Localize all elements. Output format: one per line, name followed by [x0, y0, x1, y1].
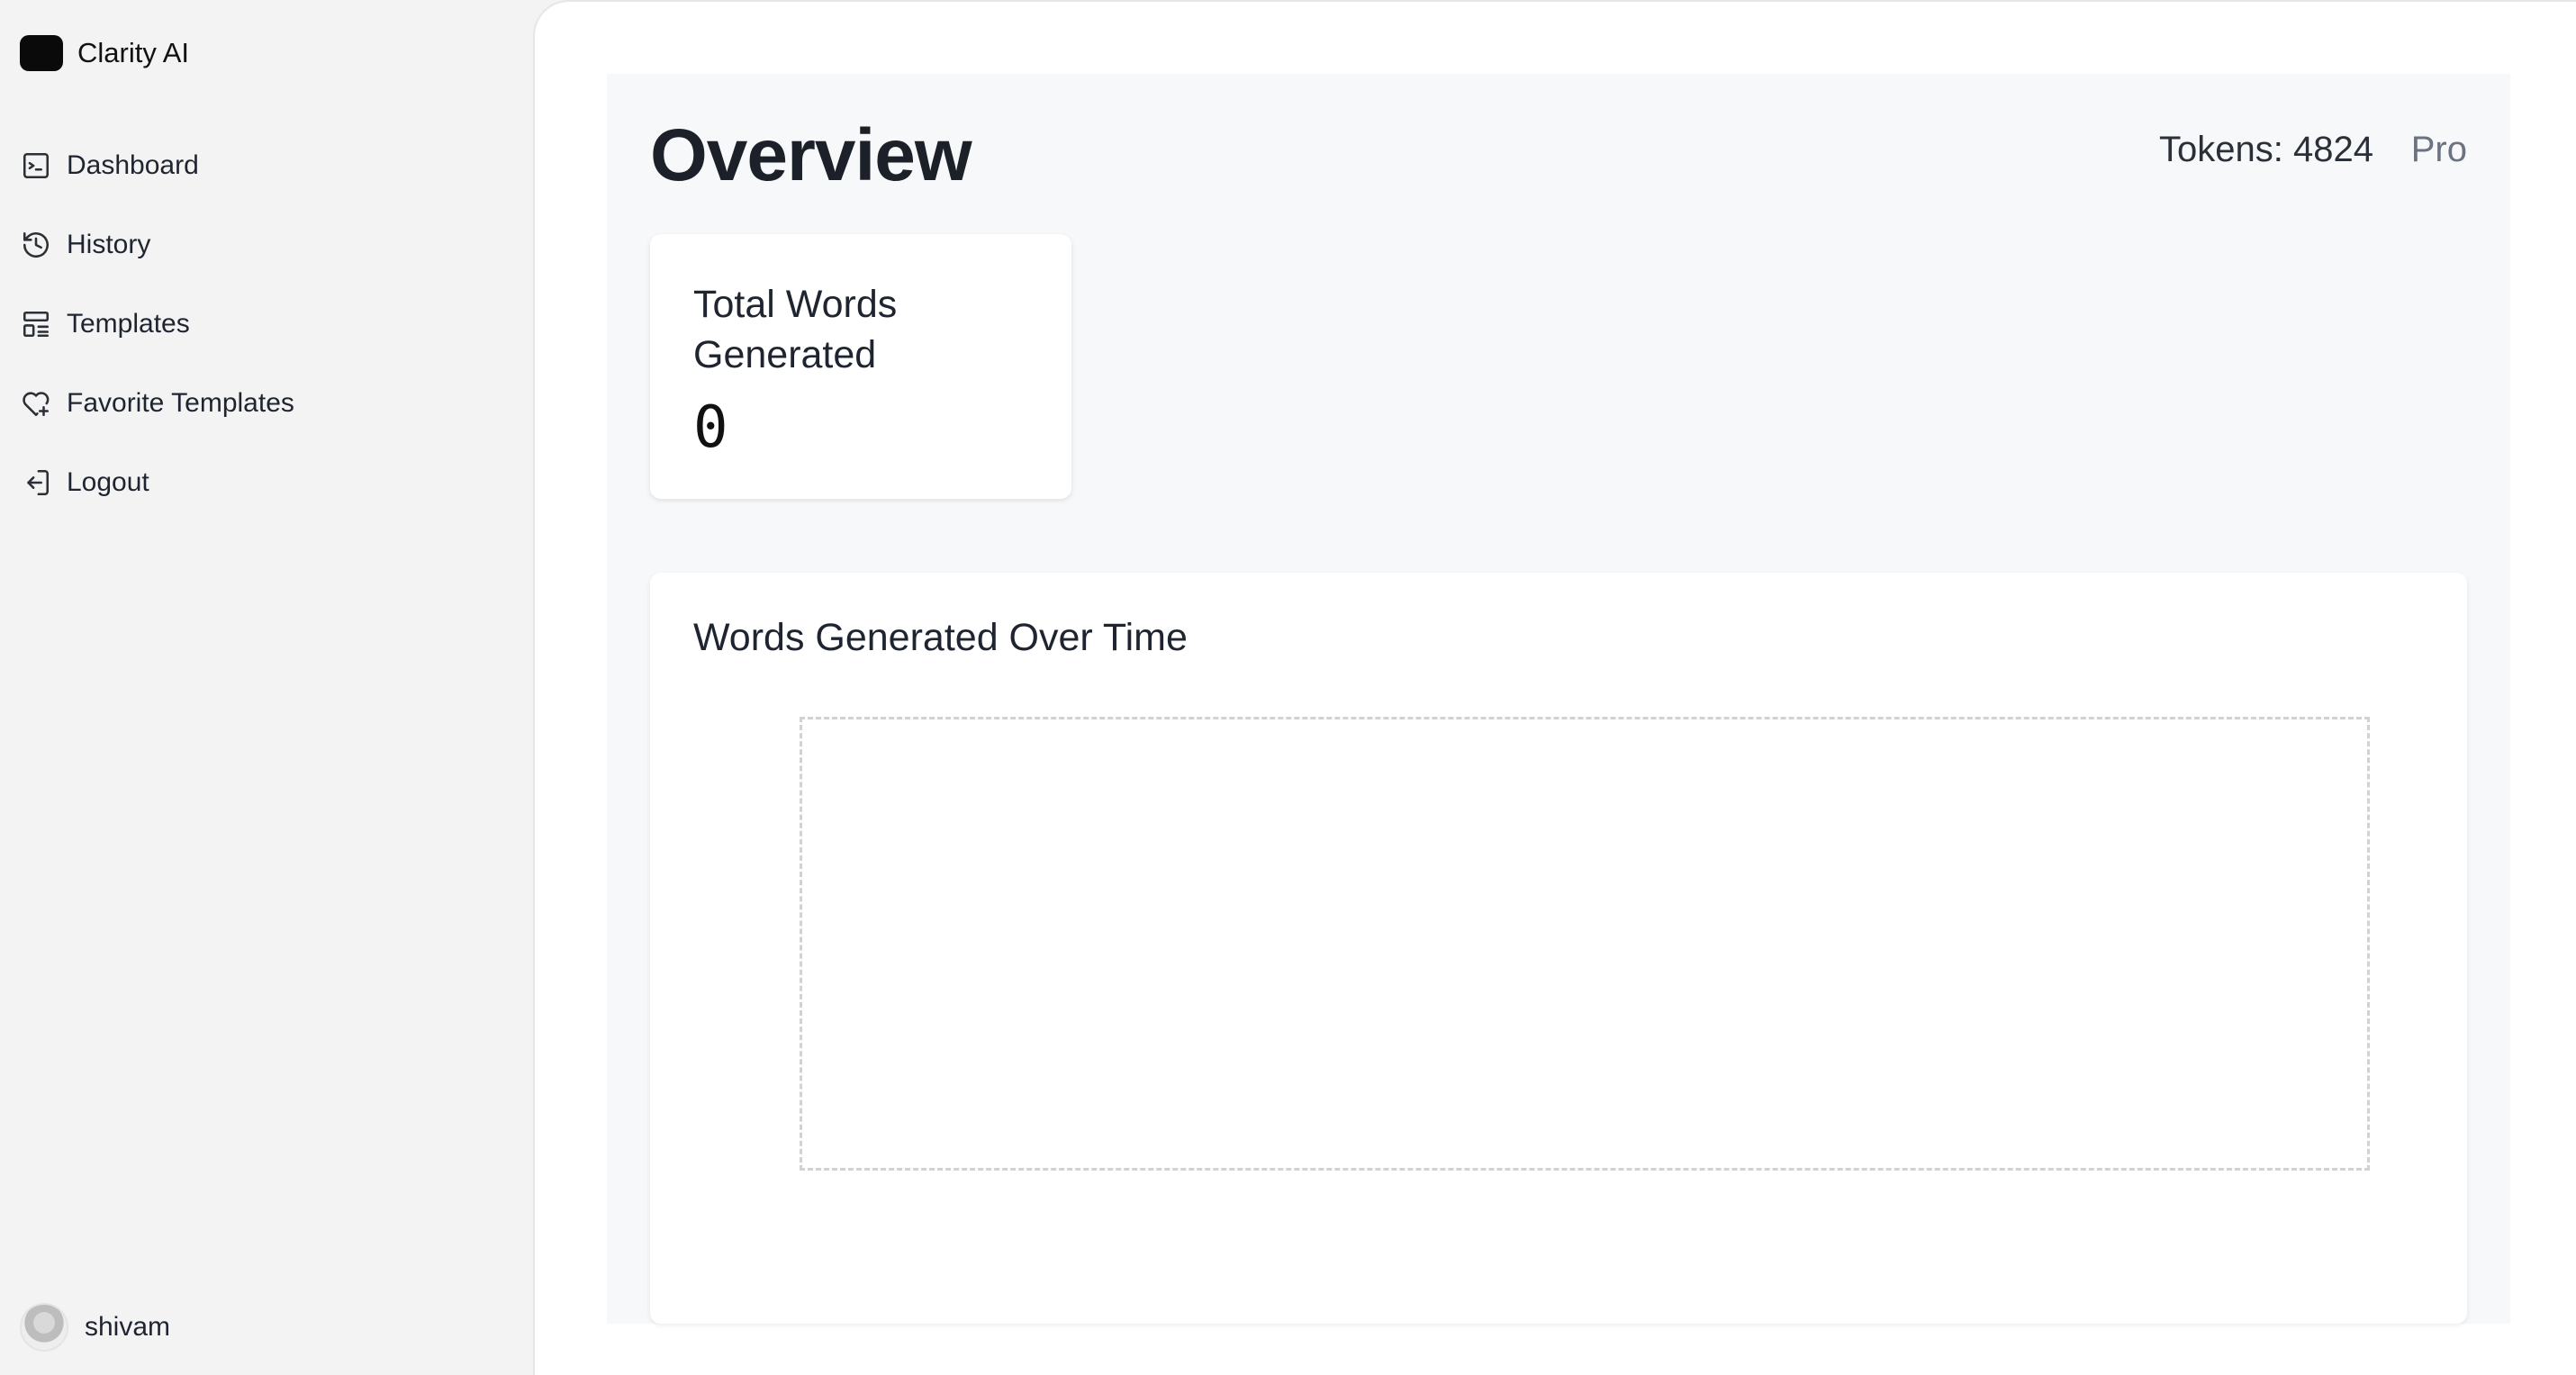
token-count: Tokens: 4824 [2159, 130, 2373, 169]
plan-badge: Pro [2410, 130, 2467, 169]
sidebar-item-label: Dashboard [67, 150, 199, 180]
overview-section: Overview Tokens: 4824 Pro Total Words Ge… [607, 74, 2510, 1324]
sidebar: Clarity AI Dashboard History Templates F… [0, 0, 533, 1375]
sidebar-nav: Dashboard History Templates Favorite Tem… [20, 146, 294, 502]
sidebar-item-logout[interactable]: Logout [20, 463, 294, 502]
layout-template-icon [20, 308, 52, 340]
avatar [20, 1303, 68, 1352]
history-icon [20, 229, 52, 261]
brand-logo-icon [20, 35, 63, 71]
logout-icon [20, 466, 52, 499]
total-words-value: 0 [693, 394, 728, 461]
sidebar-item-label: Logout [67, 467, 149, 497]
sidebar-item-templates[interactable]: Templates [20, 304, 294, 344]
sidebar-item-label: History [67, 230, 151, 259]
total-words-label: Total Words Generated [693, 283, 898, 376]
user-name: shivam [85, 1312, 171, 1342]
sidebar-item-dashboard[interactable]: Dashboard [20, 146, 294, 185]
sidebar-item-label: Templates [67, 309, 190, 339]
sidebar-item-history[interactable]: History [20, 225, 294, 265]
sidebar-item-favorite-templates[interactable]: Favorite Templates [20, 384, 294, 423]
main-panel: Overview Tokens: 4824 Pro Total Words Ge… [533, 0, 2576, 1375]
app-root: Clarity AI Dashboard History Templates F… [0, 0, 2576, 1375]
sidebar-item-label: Favorite Templates [67, 388, 294, 418]
page-title: Overview [650, 114, 972, 196]
brand-name: Clarity AI [77, 37, 190, 68]
user-profile[interactable]: shivam [20, 1303, 170, 1352]
total-words-card: Total Words Generated 0 [650, 234, 1071, 499]
chart-title: Words Generated Over Time [693, 616, 1188, 659]
terminal-square-icon [20, 149, 52, 182]
chart-area-empty [800, 717, 2370, 1171]
heart-plus-icon [20, 387, 52, 420]
words-over-time-card: Words Generated Over Time [650, 573, 2467, 1324]
brand[interactable]: Clarity AI [20, 32, 189, 74]
